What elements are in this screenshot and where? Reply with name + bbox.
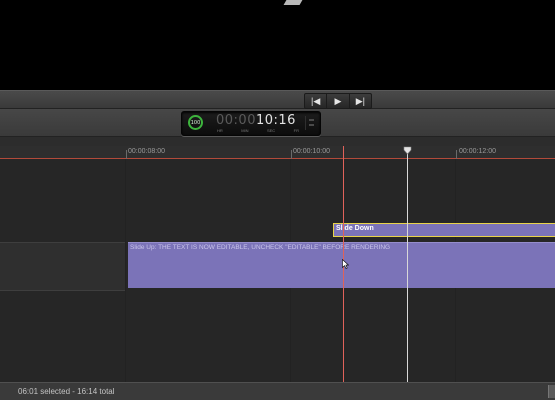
audio-meter-icon[interactable] <box>305 116 316 130</box>
playhead-line[interactable] <box>407 150 408 382</box>
timecode-units: HR MIN SEC FR <box>217 128 299 133</box>
video-viewer <box>0 0 555 90</box>
unit-sec: SEC <box>266 128 276 133</box>
dashboard-bar: 100 00:0010:16 HR MIN SEC FR <box>0 109 555 137</box>
mouse-cursor-icon <box>342 259 349 269</box>
unit-min: MIN <box>241 128 249 133</box>
skip-forward-icon[interactable]: ▶| <box>350 94 371 108</box>
status-corner-button[interactable] <box>548 385 555 398</box>
status-bar: 06:01 selected - 16:14 total <box>0 382 555 400</box>
ruler-label-10s: 00:00:10:00 <box>293 148 330 155</box>
timecode-seconds-frames: 10:16 <box>255 113 296 128</box>
timeline-ruler[interactable]: 00:00:08:00 00:00:10:00 00:00:12:00 <box>0 146 555 159</box>
viewer-frame-content <box>283 0 303 5</box>
timeline-tracks[interactable]: Slide Down Slide Up: THE TEXT IS NOW EDI… <box>0 159 555 382</box>
unit-fr: FR <box>293 128 299 133</box>
ruler-tick <box>456 150 457 159</box>
skip-back-icon[interactable]: |◀ <box>305 94 328 108</box>
play-icon[interactable]: ▶ <box>327 94 350 108</box>
slide-down-clip[interactable]: Slide Down <box>333 223 555 237</box>
selection-duration-status: 06:01 selected - 16:14 total <box>18 387 115 396</box>
timecode-hours-minutes: 00:00 <box>216 113 256 128</box>
ruler-label-8s: 00:00:08:00 <box>128 148 165 155</box>
ruler-tick <box>126 150 127 159</box>
ruler-label-12s: 00:00:12:00 <box>459 148 496 155</box>
timecode-value: 00:0010:16 <box>216 113 296 128</box>
playhead-handle-icon[interactable] <box>403 146 412 155</box>
track-gridline <box>125 159 126 382</box>
meter-label: 100 <box>190 119 201 126</box>
transport-bar: |◀ ▶ ▶| <box>0 90 555 109</box>
timecode-display[interactable]: 100 00:0010:16 HR MIN SEC FR <box>181 111 321 136</box>
track-header <box>0 242 125 291</box>
ruler-tick <box>291 150 292 159</box>
unit-hr: HR <box>217 128 223 133</box>
timeline-toolbar-gap <box>0 137 555 146</box>
title-clip-label: Slide Up: THE TEXT IS NOW EDITABLE, UNCH… <box>130 244 391 251</box>
background-tasks-meter[interactable]: 100 <box>188 115 203 130</box>
slide-down-clip-label: Slide Down <box>336 225 374 232</box>
transport-controls: |◀ ▶ ▶| <box>304 93 372 109</box>
